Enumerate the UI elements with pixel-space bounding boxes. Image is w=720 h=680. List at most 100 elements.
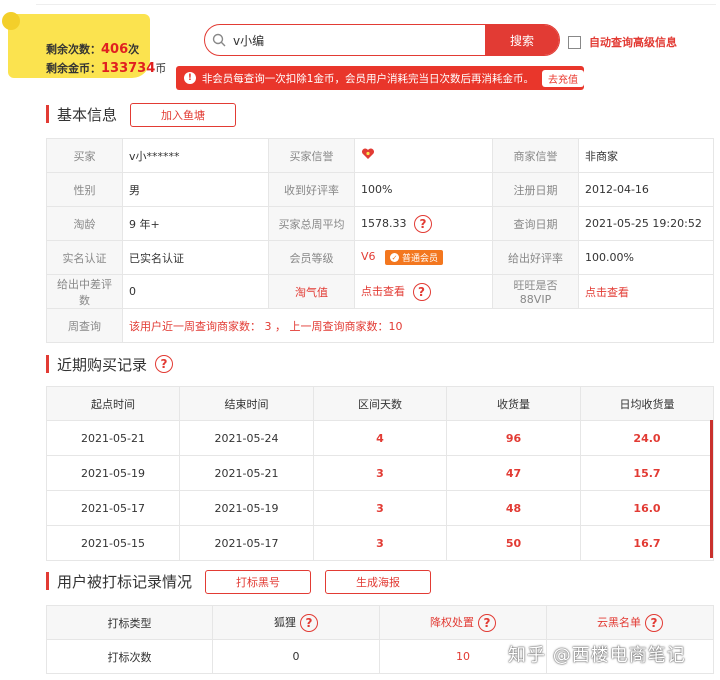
register-date-value: 2012-04-16 bbox=[578, 172, 714, 207]
naughty-value-link[interactable]: 点击查看 bbox=[361, 285, 405, 298]
member-level-cell: V6 ✓ 普通会员 bbox=[354, 240, 493, 275]
notice-bar: ! 非会员每查询一次扣除1金币，会员用户消耗完当日次数后再消耗金币。 去充值 bbox=[176, 66, 584, 90]
heart-icon bbox=[361, 148, 375, 160]
days: 4 bbox=[313, 420, 447, 456]
received: 50 bbox=[446, 525, 581, 561]
buyer-label: 买家 bbox=[46, 138, 123, 173]
seller-credit-value: 非商家 bbox=[578, 138, 714, 173]
days: 3 bbox=[313, 525, 447, 561]
auto-query-checkbox[interactable] bbox=[568, 35, 581, 49]
search-input[interactable] bbox=[233, 25, 485, 55]
generate-poster-button[interactable]: 生成海报 bbox=[325, 570, 431, 594]
help-icon[interactable]: ? bbox=[414, 214, 432, 233]
alert-icon: ! bbox=[184, 72, 196, 84]
help-icon[interactable]: ? bbox=[478, 613, 496, 632]
help-icon[interactable]: ? bbox=[412, 282, 431, 301]
days: 3 bbox=[313, 455, 447, 491]
seller-credit-label: 商家信誉 bbox=[492, 138, 579, 173]
column-header: 狐狸? bbox=[212, 605, 380, 640]
column-header: 云黑名单? bbox=[546, 605, 714, 640]
taobao-age-label: 淘龄 bbox=[46, 206, 123, 241]
weekly-avg-label: 买家总周平均 bbox=[268, 206, 355, 241]
neg-review-label: 给出中差评数 bbox=[46, 274, 123, 309]
mark-title: 用户被打标记录情况 bbox=[46, 572, 192, 591]
info-row: 周查询 该用户近一周查询商家数： 3 ， 上一周查询商家数：10 bbox=[46, 308, 714, 343]
buyer-credit-value bbox=[354, 138, 493, 173]
gender-value: 男 bbox=[122, 172, 269, 207]
remaining-coins: 剩余金币：133734币 bbox=[46, 61, 167, 76]
column-header: 结束时间 bbox=[179, 386, 314, 421]
buyer-credit-label: 买家信誉 bbox=[268, 138, 355, 173]
check-icon: ✓ bbox=[390, 253, 400, 263]
end-date: 2021-05-19 bbox=[179, 490, 314, 526]
vip88-link[interactable]: 点击查看 bbox=[578, 274, 714, 309]
taobao-age-value: 9 年+ bbox=[122, 206, 269, 241]
watermark: 知乎 @西楼电商笔记 bbox=[508, 645, 686, 666]
neg-review-value: 0 bbox=[122, 274, 269, 309]
table-row: 2021-05-15 2021-05-17 3 50 16.7 bbox=[46, 525, 714, 561]
help-icon[interactable]: ? bbox=[300, 613, 318, 632]
quota-banner: 剩余次数：406次 剩余金币：133734币 bbox=[2, 12, 167, 78]
register-date-label: 注册日期 bbox=[492, 172, 579, 207]
weekly-avg-cell: 1578.33 ? bbox=[354, 206, 493, 241]
given-rate-value: 100.00% bbox=[578, 240, 714, 275]
naughty-value-cell: 点击查看 ? bbox=[354, 274, 493, 309]
buyer-value: v小****** bbox=[122, 138, 269, 173]
search-button[interactable]: 搜索 bbox=[485, 25, 559, 55]
purchase-title: 近期购买记录 ? bbox=[46, 355, 174, 374]
positive-rate-label: 收到好评率 bbox=[268, 172, 355, 207]
received: 47 bbox=[446, 455, 581, 491]
fox-count: 0 bbox=[212, 639, 380, 674]
start-date: 2021-05-17 bbox=[46, 490, 180, 526]
given-rate-label: 给出好评率 bbox=[492, 240, 579, 275]
search-icon bbox=[205, 25, 233, 55]
query-date-value: 2021-05-25 19:20:52 bbox=[578, 206, 714, 241]
naughty-value-label: 淘气值 bbox=[268, 274, 355, 309]
purchase-table: 起点时间 结束时间 区间天数 收货量 日均收货量 2021-05-21 2021… bbox=[46, 386, 714, 561]
info-row: 性别 男 收到好评率 100% 注册日期 2012-04-16 bbox=[46, 172, 714, 207]
daily-avg: 16.0 bbox=[580, 490, 714, 526]
search-bar: 搜索 bbox=[204, 24, 560, 56]
mark-black-button[interactable]: 打标黑号 bbox=[205, 570, 311, 594]
recharge-button[interactable]: 去充值 bbox=[542, 69, 584, 87]
received: 48 bbox=[446, 490, 581, 526]
vip88-label: 旺旺是否88VIP bbox=[492, 274, 579, 309]
auto-query-option[interactable]: 自动查询高级信息 bbox=[568, 34, 677, 50]
table-header: 打标类型 狐狸? 降权处置? 云黑名单? bbox=[46, 605, 714, 640]
column-header: 起点时间 bbox=[46, 386, 180, 421]
daily-avg: 24.0 bbox=[580, 420, 714, 456]
member-level-label: 会员等级 bbox=[268, 240, 355, 275]
table-scrollbar[interactable] bbox=[710, 420, 713, 558]
weekly-query-text: 该用户近一周查询商家数： 3 ， 上一周查询商家数：10 bbox=[122, 308, 714, 343]
info-row: 实名认证 已实名认证 会员等级 V6 ✓ 普通会员 给出好评率 100.00% bbox=[46, 240, 714, 275]
add-to-pond-button[interactable]: 加入鱼塘 bbox=[130, 103, 236, 127]
info-row: 买家 v小****** 买家信誉 商家信誉 非商家 bbox=[46, 138, 714, 173]
info-row: 淘龄 9 年+ 买家总周平均 1578.33 ? 查询日期 2021-05-25… bbox=[46, 206, 714, 241]
top-divider bbox=[36, 4, 716, 5]
gender-label: 性别 bbox=[46, 172, 123, 207]
weekly-query-label: 周查询 bbox=[46, 308, 123, 343]
real-name-label: 实名认证 bbox=[46, 240, 123, 275]
end-date: 2021-05-21 bbox=[179, 455, 314, 491]
column-header: 降权处置? bbox=[379, 605, 547, 640]
end-date: 2021-05-24 bbox=[179, 420, 314, 456]
basic-info-title: 基本信息 bbox=[46, 105, 117, 124]
info-row: 给出中差评数 0 淘气值 点击查看 ? 旺旺是否88VIP 点击查看 bbox=[46, 274, 714, 309]
column-header: 日均收货量 bbox=[580, 386, 714, 421]
column-header: 区间天数 bbox=[313, 386, 447, 421]
auto-query-label: 自动查询高级信息 bbox=[589, 36, 677, 49]
notice-text: 非会员每查询一次扣除1金币，会员用户消耗完当日次数后再消耗金币。 bbox=[201, 72, 534, 85]
start-date: 2021-05-15 bbox=[46, 525, 180, 561]
table-row: 2021-05-17 2021-05-19 3 48 16.0 bbox=[46, 490, 714, 526]
help-icon[interactable]: ? bbox=[155, 355, 174, 373]
start-date: 2021-05-21 bbox=[46, 420, 180, 456]
query-date-label: 查询日期 bbox=[492, 206, 579, 241]
daily-avg: 15.7 bbox=[580, 455, 714, 491]
table-row: 2021-05-21 2021-05-24 4 96 24.0 bbox=[46, 420, 714, 456]
daily-avg: 16.7 bbox=[580, 525, 714, 561]
received: 96 bbox=[446, 420, 581, 456]
positive-rate-value: 100% bbox=[354, 172, 493, 207]
table-header: 起点时间 结束时间 区间天数 收货量 日均收货量 bbox=[46, 386, 714, 421]
help-icon[interactable]: ? bbox=[645, 613, 663, 632]
table-row: 2021-05-19 2021-05-21 3 47 15.7 bbox=[46, 455, 714, 491]
